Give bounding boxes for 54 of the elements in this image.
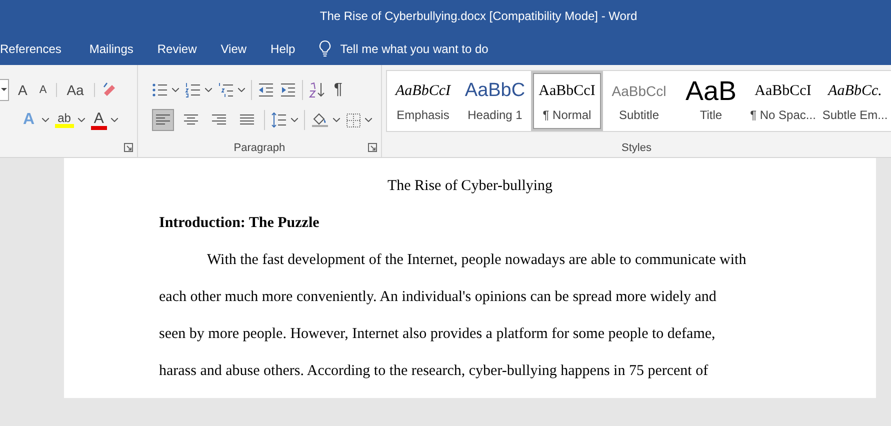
caret-icon[interactable] (238, 88, 245, 92)
multilevel-list-icon[interactable] (218, 82, 234, 98)
grow-font-button[interactable]: A (15, 83, 30, 97)
bullet-list-icon[interactable] (152, 82, 168, 98)
style-option[interactable]: AaBbCc. Subtle Em... (819, 71, 891, 131)
dialog-launcher-icon[interactable] (368, 143, 377, 152)
caret-icon[interactable] (332, 118, 340, 122)
paint-bucket-icon[interactable] (310, 112, 329, 128)
caret-icon (1, 88, 7, 92)
body-paragraph: With the fast development of the Internet, people nowadays are able to communicate with each other much more conveniently. An individual's opinions can be spread more widely and seen by more people. However, Internet also provides a platform for some people to defame, harass and abuse others. According to the research, cyber-bullying happens in 75 percent of (159, 252, 748, 381)
eraser-icon[interactable] (100, 82, 117, 98)
caret-icon[interactable] (42, 118, 49, 122)
show-formatting-button[interactable]: ¶ (330, 82, 346, 98)
numbered-list-icon[interactable] (184, 82, 201, 98)
style-option[interactable]: AaBbCcl Subtitle (603, 71, 675, 131)
caret-icon[interactable] (78, 118, 85, 122)
increase-indent-icon[interactable] (280, 82, 296, 98)
ribbon-tab[interactable]: Mailings (77, 36, 146, 60)
section-heading: Introduction: The Puzzle (159, 215, 320, 233)
font-color-button[interactable]: A (90, 110, 107, 130)
style-option[interactable]: AaBbCcI ¶ No Spac... (747, 71, 819, 131)
document-title: The Rise of Cyber-bullying (386, 178, 554, 196)
group-label: Paragraph (232, 142, 286, 154)
group-label: Styles (620, 142, 652, 154)
dialog-launcher-icon[interactable] (124, 143, 133, 152)
ribbon-tab[interactable]: View (208, 36, 259, 60)
align-left-button[interactable] (152, 109, 174, 131)
tell-me-search[interactable]: Tell me what you want to do (319, 40, 530, 57)
highlight-color-button[interactable]: ab (54, 112, 74, 128)
style-option[interactable]: AaBbCcI ¶ Normal (531, 71, 603, 131)
borders-icon[interactable] (346, 112, 361, 128)
decrease-indent-icon[interactable] (258, 82, 274, 98)
lightbulb-icon (319, 40, 332, 57)
window-title: The Rise of Cyberbullying.docx [Compatibility Mode] - Word (320, 9, 638, 23)
sort-icon[interactable] (308, 82, 325, 98)
caret-icon[interactable] (204, 88, 212, 92)
style-option[interactable]: AaBbC Heading 1 (459, 71, 531, 131)
style-option[interactable]: AaB Title (675, 71, 747, 131)
align-left-icon (156, 114, 170, 126)
line-spacing-icon[interactable] (270, 112, 287, 128)
align-right-icon (212, 114, 226, 126)
ribbon-tab[interactable]: References (0, 36, 74, 60)
ribbon-tab[interactable]: Review (145, 36, 209, 60)
caret-icon[interactable] (172, 88, 179, 92)
caret-icon[interactable] (110, 118, 118, 122)
shrink-font-button[interactable]: A (36, 84, 50, 96)
change-case-button[interactable]: Aa (56, 83, 95, 97)
font-size-dropdown[interactable] (0, 79, 9, 101)
justify-icon (240, 114, 254, 126)
caret-icon[interactable] (290, 118, 298, 122)
style-option[interactable]: AaBbCcI Emphasis (387, 71, 459, 131)
ribbon-tab[interactable]: Help (258, 36, 308, 60)
align-center-icon (184, 114, 198, 126)
caret-icon[interactable] (364, 118, 372, 122)
